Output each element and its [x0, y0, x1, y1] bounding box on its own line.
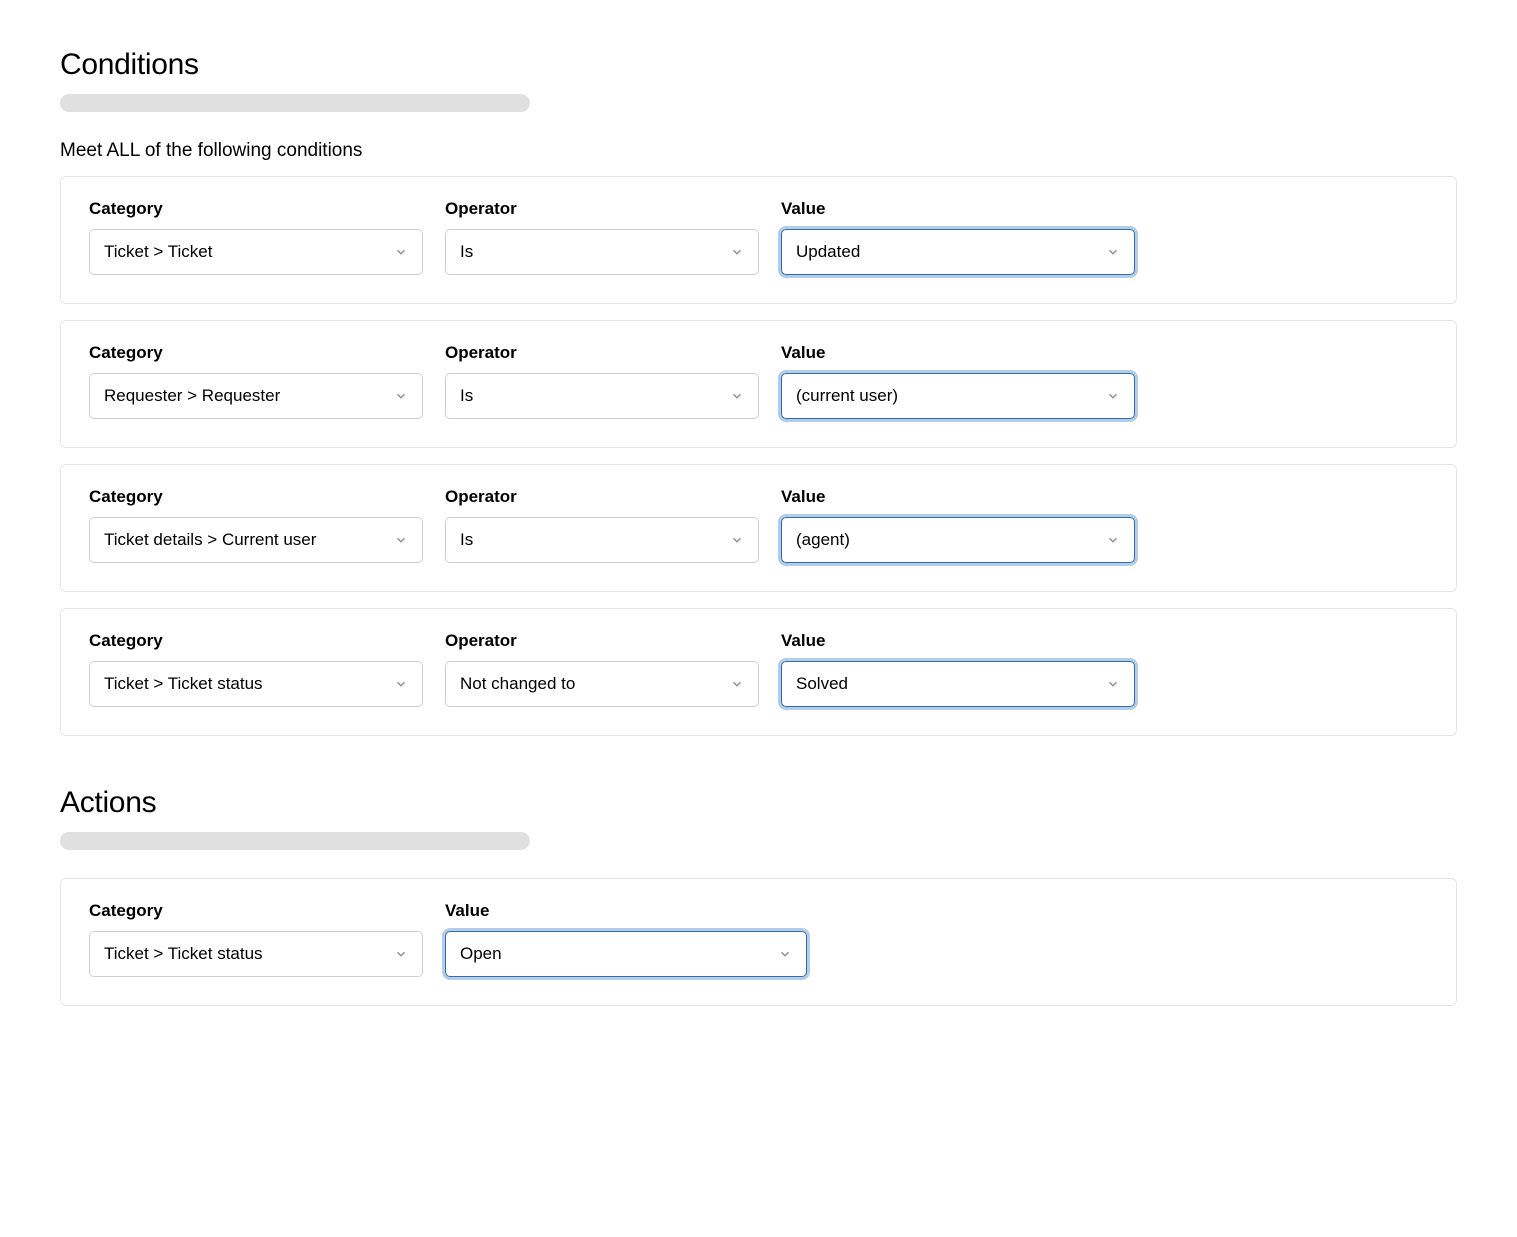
value-select[interactable]: (agent) [781, 517, 1135, 563]
conditions-title: Conditions [60, 48, 1457, 82]
value-label: Value [781, 343, 1135, 363]
value-select[interactable]: (current user) [781, 373, 1135, 419]
value-select[interactable]: Updated [781, 229, 1135, 275]
chevron-down-icon [778, 947, 792, 961]
chevron-down-icon [394, 947, 408, 961]
value-select[interactable]: Open [445, 931, 807, 977]
value-label: Value [781, 487, 1135, 507]
conditions-section: Conditions Meet ALL of the following con… [60, 48, 1457, 736]
chevron-down-icon [394, 389, 408, 403]
category-select[interactable]: Ticket > Ticket status [89, 931, 423, 977]
select-value: Solved [796, 674, 848, 694]
conditions-description-placeholder [60, 94, 530, 112]
select-value: Ticket > Ticket status [104, 944, 263, 964]
select-value: (current user) [796, 386, 898, 406]
operator-label: Operator [445, 343, 759, 363]
condition-card: Category Ticket > Ticket status Operator… [60, 608, 1457, 736]
condition-card: Category Requester > Requester Operator … [60, 320, 1457, 448]
chevron-down-icon [730, 533, 744, 547]
conditions-subheading: Meet ALL of the following conditions [60, 140, 1457, 162]
category-select[interactable]: Ticket > Ticket [89, 229, 423, 275]
actions-description-placeholder [60, 832, 530, 850]
select-value: Updated [796, 242, 860, 262]
operator-select[interactable]: Is [445, 373, 759, 419]
action-card: Category Ticket > Ticket status Value Op… [60, 878, 1457, 1006]
category-select[interactable]: Ticket details > Current user [89, 517, 423, 563]
select-value: Is [460, 530, 473, 550]
select-value: (agent) [796, 530, 850, 550]
value-select[interactable]: Solved [781, 661, 1135, 707]
select-value: Ticket details > Current user [104, 530, 316, 550]
select-value: Is [460, 242, 473, 262]
category-label: Category [89, 199, 423, 219]
operator-label: Operator [445, 487, 759, 507]
chevron-down-icon [730, 677, 744, 691]
chevron-down-icon [394, 677, 408, 691]
category-label: Category [89, 901, 423, 921]
chevron-down-icon [1106, 677, 1120, 691]
actions-section: Actions Category Ticket > Ticket status … [60, 786, 1457, 1006]
category-select[interactable]: Requester > Requester [89, 373, 423, 419]
chevron-down-icon [1106, 245, 1120, 259]
category-label: Category [89, 343, 423, 363]
select-value: Is [460, 386, 473, 406]
category-label: Category [89, 631, 423, 651]
value-label: Value [781, 199, 1135, 219]
operator-select[interactable]: Not changed to [445, 661, 759, 707]
condition-card: Category Ticket > Ticket Operator Is [60, 176, 1457, 304]
chevron-down-icon [394, 533, 408, 547]
category-select[interactable]: Ticket > Ticket status [89, 661, 423, 707]
chevron-down-icon [1106, 389, 1120, 403]
select-value: Requester > Requester [104, 386, 280, 406]
value-label: Value [781, 631, 1135, 651]
value-label: Value [445, 901, 807, 921]
operator-label: Operator [445, 199, 759, 219]
actions-title: Actions [60, 786, 1457, 820]
chevron-down-icon [730, 389, 744, 403]
select-value: Ticket > Ticket status [104, 674, 263, 694]
operator-label: Operator [445, 631, 759, 651]
operator-select[interactable]: Is [445, 229, 759, 275]
chevron-down-icon [394, 245, 408, 259]
select-value: Open [460, 944, 502, 964]
category-label: Category [89, 487, 423, 507]
operator-select[interactable]: Is [445, 517, 759, 563]
condition-card: Category Ticket details > Current user O… [60, 464, 1457, 592]
chevron-down-icon [730, 245, 744, 259]
chevron-down-icon [1106, 533, 1120, 547]
select-value: Ticket > Ticket [104, 242, 212, 262]
select-value: Not changed to [460, 674, 575, 694]
